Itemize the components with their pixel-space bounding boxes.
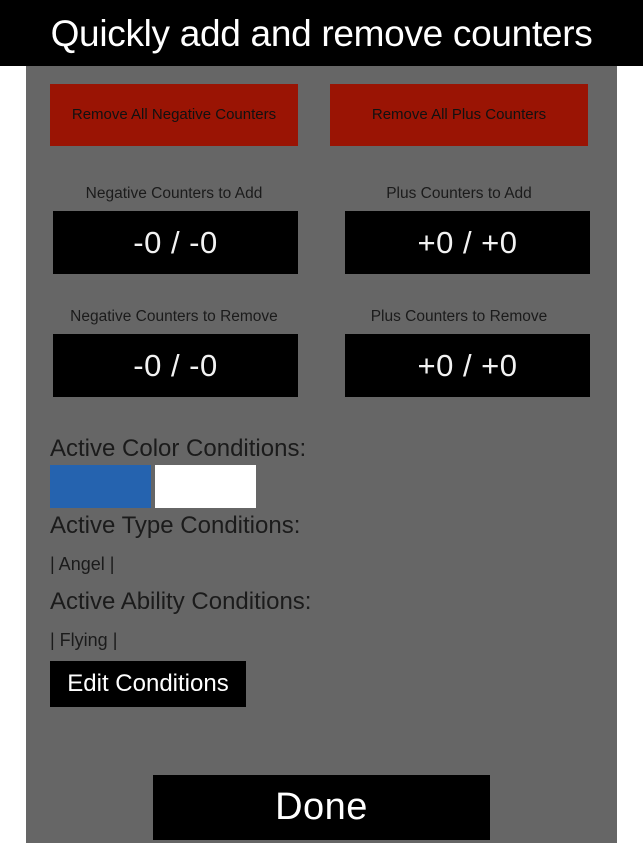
- plus-counters-to-remove-field[interactable]: +0 / +0: [345, 334, 590, 397]
- active-color-conditions-heading: Active Color Conditions:: [50, 435, 307, 462]
- edit-conditions-button[interactable]: Edit Conditions: [50, 661, 246, 707]
- active-ability-conditions-values: | Flying |: [50, 630, 118, 650]
- negative-counters-to-remove-label: Negative Counters to Remove: [70, 308, 278, 325]
- negative-counters-to-remove-field[interactable]: -0 / -0: [53, 334, 298, 397]
- done-button[interactable]: Done: [153, 775, 490, 840]
- remove-all-negative-counters-button[interactable]: Remove All Negative Counters: [50, 84, 298, 146]
- color-swatch-blue: [50, 465, 151, 508]
- active-ability-conditions-heading: Active Ability Conditions:: [50, 588, 312, 615]
- dialog-panel: Remove All Negative Counters Remove All …: [26, 66, 617, 843]
- color-swatch-white: [155, 465, 256, 508]
- plus-counters-to-add-field[interactable]: +0 / +0: [345, 211, 590, 274]
- plus-counters-to-remove-label: Plus Counters to Remove: [370, 308, 548, 325]
- window-title-bar: Quickly add and remove counters: [0, 0, 643, 66]
- page-title: Quickly add and remove counters: [50, 12, 593, 54]
- plus-counters-to-add-label: Plus Counters to Add: [386, 185, 532, 202]
- negative-counters-to-add-label: Negative Counters to Add: [85, 185, 263, 202]
- remove-all-plus-counters-button[interactable]: Remove All Plus Counters: [330, 84, 588, 146]
- negative-counters-to-add-field[interactable]: -0 / -0: [53, 211, 298, 274]
- active-type-conditions-heading: Active Type Conditions:: [50, 512, 301, 539]
- active-type-conditions-values: | Angel |: [50, 554, 115, 574]
